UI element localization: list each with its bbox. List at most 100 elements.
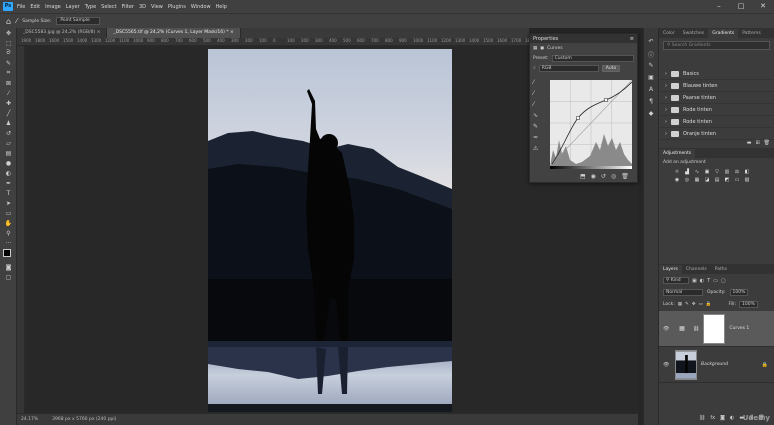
visibility-eye-icon[interactable]: 👁 [663, 326, 671, 332]
vibrance-icon[interactable]: ▽ [713, 169, 721, 175]
visibility-icon[interactable]: ◎ [611, 173, 616, 180]
filter-kind-select[interactable]: ⚲ Kind [663, 277, 689, 284]
posterize-icon[interactable]: ▤ [713, 177, 721, 183]
lock-position-icon[interactable]: ✥ [692, 302, 696, 307]
crop-icon[interactable]: ⌗ [0, 68, 17, 78]
eyedropper-white-icon[interactable]: ⁄ [533, 101, 547, 112]
sample-size-select[interactable]: Point Sample [56, 17, 101, 25]
brushes-icon[interactable]: ✎ [644, 62, 658, 74]
more-tools-icon[interactable]: ··· [0, 238, 17, 248]
fx-icon[interactable]: fx [710, 415, 715, 421]
filter-type-icon[interactable]: T [707, 278, 710, 284]
link-layers-icon[interactable]: ⛓ [699, 415, 705, 421]
layer-name[interactable]: Curves 1 [729, 326, 749, 331]
close-button[interactable]: ✕ [752, 0, 774, 13]
hue-saturation-icon[interactable]: ▥ [723, 169, 731, 175]
tab-paths[interactable]: Paths [711, 265, 731, 274]
gradient-group[interactable]: › Basics [659, 68, 774, 80]
trash-icon[interactable]: 🗑 [621, 173, 629, 180]
color-lookup-icon[interactable]: ▦ [693, 177, 701, 183]
doc-tab-1[interactable]: _DSC5583.jpg @ 24,2% (RGB/8) × [17, 28, 108, 38]
brush-icon[interactable]: ╱ [0, 108, 17, 118]
add-mask-icon[interactable]: ◙ [720, 415, 725, 421]
pencil-icon[interactable]: ✎ [533, 123, 547, 134]
channel-mixer-icon[interactable]: ◎ [683, 177, 691, 183]
tab-swatches[interactable]: Swatches [679, 29, 709, 38]
gradient-group[interactable]: › Paarse tinten [659, 92, 774, 104]
tab-color[interactable]: Color [659, 29, 679, 38]
filter-smart-icon[interactable]: ▢ [721, 278, 726, 284]
selective-color-icon[interactable]: ▧ [743, 177, 751, 183]
move-icon[interactable]: ✥ [0, 28, 17, 38]
history-brush-icon[interactable]: ↺ [0, 128, 17, 138]
history-icon[interactable]: ↶ [644, 38, 658, 50]
tab-gradients[interactable]: Gradients [708, 29, 739, 38]
menu-3d[interactable]: 3D [139, 4, 146, 10]
layer-name[interactable]: Background [701, 362, 728, 367]
blur-icon[interactable]: ● [0, 158, 17, 168]
libraries-icon[interactable]: ▣ [644, 74, 658, 86]
layer-row-curves[interactable]: 👁 ▦ ⛓ Curves 1 [659, 311, 774, 347]
photo-filter-icon[interactable]: ◉ [673, 177, 681, 183]
stamp-icon[interactable]: ♟ [0, 118, 17, 128]
lock-pixels-icon[interactable]: ▦ [678, 302, 682, 307]
maximize-button[interactable]: □ [730, 0, 752, 13]
new-adjustment-icon[interactable]: ◐ [730, 415, 734, 421]
target-adjust-icon[interactable]: ☝ [533, 66, 536, 71]
link-icon[interactable]: ⛓ [693, 326, 699, 332]
quick-mask-icon[interactable]: ◙ [0, 262, 17, 272]
eyedropper-black-icon[interactable]: ⁄ [533, 79, 547, 90]
menu-plugins[interactable]: Plugins [168, 4, 186, 10]
menu-image[interactable]: Image [45, 4, 61, 10]
gradient-group[interactable]: › Oranje tinten [659, 128, 774, 140]
character-icon[interactable]: A [644, 86, 658, 98]
layer-mask-thumbnail[interactable] [703, 313, 726, 344]
fill-input[interactable]: 100% [739, 301, 758, 308]
mask-icon[interactable]: ◼ [540, 46, 544, 51]
document-image[interactable] [208, 49, 452, 412]
doc-tab-2-close-icon[interactable]: × [230, 30, 234, 35]
filter-adjustment-icon[interactable]: ◐ [700, 278, 704, 284]
new-gradient-icon[interactable]: ⊞ [755, 140, 759, 146]
home-icon[interactable]: ⌂ [6, 17, 11, 26]
paragraph-icon[interactable]: ¶ [644, 98, 658, 110]
black-white-icon[interactable]: ◧ [743, 169, 751, 175]
info-icon[interactable]: ⓘ [644, 50, 658, 62]
screen-mode-icon[interactable]: ▢ [0, 272, 17, 282]
visibility-eye-icon[interactable]: 👁 [663, 362, 671, 368]
eyedropper-gray-icon[interactable]: ⁄ [533, 90, 547, 101]
eyedropper-tool-icon[interactable]: ⁄ [0, 88, 17, 98]
clip-icon[interactable]: ⬒ [580, 173, 586, 180]
view-previous-icon[interactable]: ◉ [591, 173, 596, 180]
opacity-input[interactable]: 100% [729, 289, 749, 296]
menu-select[interactable]: Select [101, 4, 116, 10]
healing-icon[interactable]: ✚ [0, 98, 17, 108]
gradient-search-input[interactable]: ⚲ Search Gradients [663, 41, 770, 50]
curves-icon[interactable]: ∿ [693, 169, 701, 175]
menu-file[interactable]: File [17, 4, 25, 10]
gradient-icon[interactable]: ▤ [0, 148, 17, 158]
tab-layers[interactable]: Layers [659, 265, 682, 274]
quick-select-icon[interactable]: ✎ [0, 58, 17, 68]
panel-menu-icon[interactable]: ≡ [630, 36, 634, 42]
smooth-icon[interactable]: ≈ [533, 134, 547, 145]
filter-pixel-icon[interactable]: ▣ [692, 278, 697, 284]
frame-icon[interactable]: ⊠ [0, 78, 17, 88]
eraser-icon[interactable]: ▱ [0, 138, 17, 148]
gradient-map-icon[interactable]: ▭ [733, 177, 741, 183]
lock-all-icon[interactable]: 🔒 [706, 302, 712, 307]
lock-artboard-icon[interactable]: ▭ [699, 302, 703, 307]
zoom-icon[interactable]: ⚲ [0, 228, 17, 238]
menu-window[interactable]: Window [191, 4, 211, 10]
menu-filter[interactable]: Filter [122, 4, 134, 10]
preset-select[interactable]: Custom [551, 54, 634, 62]
new-folder-icon[interactable]: ▬ [747, 140, 752, 146]
type-icon[interactable]: T [0, 188, 17, 198]
dodge-icon[interactable]: ◐ [0, 168, 17, 178]
threshold-icon[interactable]: ◩ [723, 177, 731, 183]
lasso-icon[interactable]: ᘐ [0, 48, 17, 58]
shape-icon[interactable]: ▭ [0, 208, 17, 218]
exposure-icon[interactable]: ▣ [703, 169, 711, 175]
filter-shape-icon[interactable]: ▭ [713, 278, 718, 284]
reset-icon[interactable]: ↺ [601, 173, 606, 180]
